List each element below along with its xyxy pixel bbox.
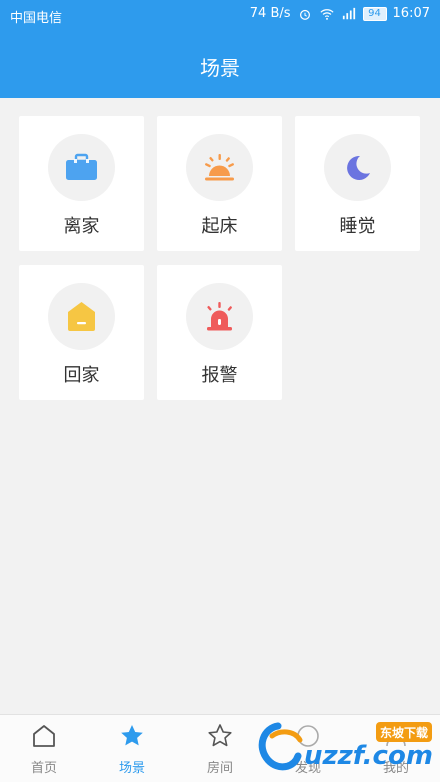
house-icon: [68, 302, 95, 331]
briefcase-icon: [66, 153, 97, 180]
tab-rooms[interactable]: 房间: [176, 715, 264, 782]
battery-indicator: 94: [362, 6, 387, 21]
star-outline-icon: [208, 724, 232, 747]
network-speed: 74 B/s: [249, 6, 291, 21]
scene-label: 回家: [63, 365, 100, 386]
status-bar: 中国电信 74 B/s 94 16:07: [0, 0, 440, 30]
alarm-clock-icon: [297, 7, 313, 21]
status-indicators: 74 B/s 94 16:07: [250, 6, 430, 21]
scene-label: 报警: [201, 365, 238, 386]
tab-label: 首页: [30, 761, 57, 776]
watermark-badge: 东坡下载: [380, 725, 428, 740]
scene-icon-circle: [48, 283, 115, 350]
alarm-icon: [207, 302, 232, 331]
scene-icon-circle: [186, 134, 253, 201]
watermark-text: uzzf.com: [304, 741, 433, 771]
tab-label: 房间: [206, 761, 233, 776]
scene-card-return-home[interactable]: 回家: [19, 265, 144, 400]
scene-card-leave-home[interactable]: 离家: [19, 116, 144, 251]
sunrise-icon: [205, 154, 234, 181]
tab-scenes[interactable]: 场景: [88, 715, 176, 782]
scene-icon-circle: [186, 283, 253, 350]
scene-icon-circle: [48, 134, 115, 201]
carrier-label: 中国电信: [10, 11, 63, 26]
signal-icon: [341, 7, 357, 21]
scene-icon-circle: [324, 134, 391, 201]
site-watermark: 东坡下载 uzzf.com: [258, 718, 438, 778]
scene-card-wake-up[interactable]: 起床: [157, 116, 282, 251]
page-title: 场景: [200, 56, 240, 80]
wifi-icon: [319, 7, 335, 21]
scene-label: 睡觉: [339, 216, 376, 237]
scene-card-alarm[interactable]: 报警: [157, 265, 282, 400]
star-icon: [121, 725, 143, 746]
scene-label: 离家: [63, 216, 100, 237]
app-header: 中国电信 74 B/s 94 16:07 场景: [0, 0, 440, 98]
scene-label: 起床: [201, 216, 238, 237]
clock: 16:07: [392, 6, 430, 21]
tab-label: 场景: [118, 761, 145, 776]
scene-card-sleep[interactable]: 睡觉: [295, 116, 420, 251]
tab-home[interactable]: 首页: [0, 715, 88, 782]
home-icon: [33, 725, 55, 747]
watermark-logo-icon: 东坡下载 uzzf.com: [258, 722, 433, 771]
moon-icon: [347, 155, 370, 180]
